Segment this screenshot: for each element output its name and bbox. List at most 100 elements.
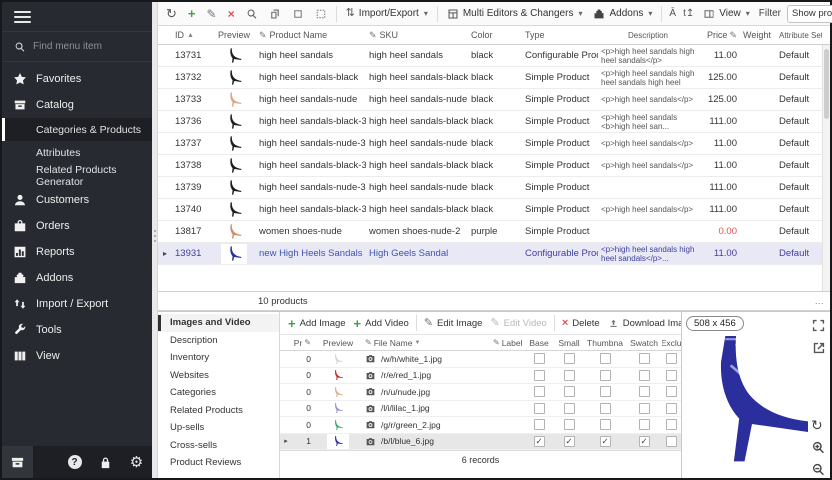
column-header-id[interactable]: ID▲ xyxy=(172,30,212,40)
edit-video-button[interactable]: ✎Edit Video xyxy=(487,316,549,331)
sidebar-search[interactable] xyxy=(2,32,152,62)
small-checkbox[interactable] xyxy=(564,419,575,430)
column-header-exclude[interactable]: ✎Exclude xyxy=(662,338,681,348)
tab-inventory[interactable]: Inventory xyxy=(158,349,279,367)
product-row[interactable]: ▸ 13931 new High Heels Sandals High Geel… xyxy=(158,243,822,265)
add-video-button[interactable]: +Add Video xyxy=(351,315,412,332)
swatch-checkbox[interactable]: ✓ xyxy=(639,436,650,447)
column-header-label[interactable]: ✎Label xyxy=(490,338,524,348)
thumbnail-checkbox[interactable] xyxy=(600,419,611,430)
base-checkbox[interactable] xyxy=(534,353,545,364)
column-header-file-name[interactable]: ✎File Name▼ xyxy=(362,338,490,348)
delete-product-button[interactable]: × xyxy=(224,6,239,22)
exclude-checkbox[interactable] xyxy=(666,353,677,364)
edit-image-button[interactable]: ✎Edit Image xyxy=(421,316,486,331)
scrollbar-thumb[interactable] xyxy=(824,49,829,119)
column-header-sku[interactable]: ✎SKU xyxy=(366,30,468,41)
column-header-preview[interactable]: Preview xyxy=(314,338,362,348)
select-cells-button[interactable] xyxy=(311,6,331,22)
base-checkbox[interactable] xyxy=(534,403,545,414)
tab-description[interactable]: Description xyxy=(158,332,279,350)
thumbnail-checkbox[interactable] xyxy=(600,386,611,397)
tab-websites[interactable]: Websites xyxy=(158,367,279,385)
sidebar-item-reports[interactable]: Reports xyxy=(2,239,152,265)
exclude-checkbox[interactable] xyxy=(666,370,677,381)
base-checkbox[interactable] xyxy=(534,419,545,430)
swatch-checkbox[interactable] xyxy=(639,386,650,397)
sidebar-item-addons[interactable]: Addons xyxy=(2,265,152,291)
small-checkbox[interactable] xyxy=(564,353,575,364)
sidebar-item-orders[interactable]: Orders xyxy=(2,213,152,239)
lock-button[interactable] xyxy=(90,446,121,478)
swatch-checkbox[interactable] xyxy=(639,370,650,381)
delete-image-button[interactable]: ×Delete xyxy=(559,316,603,331)
column-header-preview[interactable]: Preview xyxy=(212,30,256,40)
base-checkbox[interactable] xyxy=(534,386,545,397)
sidebar-item-tools[interactable]: Tools xyxy=(2,317,152,343)
tab-categories[interactable]: Categories xyxy=(158,384,279,402)
thumbnail-checkbox[interactable] xyxy=(600,353,611,364)
swatch-checkbox[interactable] xyxy=(639,419,650,430)
sidebar-item-favorites[interactable]: Favorites xyxy=(2,66,152,92)
search-products-button[interactable] xyxy=(242,6,262,22)
column-header-description[interactable]: Description xyxy=(598,31,698,40)
zoom-out-button[interactable] xyxy=(811,462,826,477)
sidebar-item-attributes[interactable]: Attributes xyxy=(2,141,152,164)
column-header-thumbnail[interactable]: Thumbna xyxy=(584,338,626,348)
add-image-button[interactable]: +Add Image xyxy=(285,315,349,332)
column-header-color[interactable]: Color xyxy=(468,30,522,40)
tab-cross-sells[interactable]: Cross-sells xyxy=(158,437,279,455)
column-header-position[interactable]: Pr✎ xyxy=(292,338,314,348)
row-height-button[interactable]: t↥ xyxy=(681,8,696,19)
sidebar-item-categories-products[interactable]: Categories & Products xyxy=(2,118,152,141)
product-row[interactable]: 13738 high heel sandals-black-37 high he… xyxy=(158,155,822,177)
exclude-checkbox[interactable] xyxy=(666,403,677,414)
column-header-base[interactable]: Base xyxy=(524,338,554,348)
column-header-weight[interactable]: Weight xyxy=(740,30,776,40)
swatch-checkbox[interactable] xyxy=(639,353,650,364)
base-checkbox[interactable] xyxy=(534,370,545,381)
rotate-image-button[interactable]: ↻ xyxy=(811,417,826,432)
sidebar-item-customers[interactable]: Customers xyxy=(2,187,152,213)
column-header-swatch[interactable]: Swatch xyxy=(626,338,662,348)
column-header-small[interactable]: Small xyxy=(554,338,584,348)
tab-product-reviews[interactable]: Product Reviews xyxy=(158,454,279,472)
refresh-button[interactable]: ↻ xyxy=(162,5,181,22)
sidebar-search-input[interactable] xyxy=(33,41,133,52)
exclude-checkbox[interactable] xyxy=(666,419,677,430)
product-row[interactable]: 13739 high heel sandals-nude-37 high hee… xyxy=(158,177,822,199)
image-row[interactable]: 0 /w/h/white_1.jpg xyxy=(280,351,681,368)
font-size-button[interactable]: Ā xyxy=(667,8,678,19)
exclude-checkbox[interactable] xyxy=(666,436,677,447)
product-row[interactable]: 13817 women shoes-nude women shoes-nude-… xyxy=(158,221,822,243)
small-checkbox[interactable] xyxy=(564,386,575,397)
multi-editors-button[interactable]: Multi Editors & Changers▾ xyxy=(443,6,587,22)
product-row[interactable]: 13740 high heel sandals-black-38 high he… xyxy=(158,199,822,221)
column-header-price[interactable]: Price✎ xyxy=(698,30,740,41)
add-product-button[interactable]: + xyxy=(184,5,200,22)
settings-button[interactable]: ⚙ xyxy=(121,446,152,478)
image-row[interactable]: 0 /n/u/nude.jpg xyxy=(280,384,681,401)
tab-related-products[interactable]: Related Products xyxy=(158,402,279,420)
thumbnail-checkbox[interactable]: ✓ xyxy=(600,436,611,447)
help-button[interactable]: ? xyxy=(59,446,90,478)
swatch-checkbox[interactable] xyxy=(639,403,650,414)
sidebar-item-related-products-generator[interactable]: Related Products Generator xyxy=(2,164,152,187)
product-row[interactable]: 13732 high heel sandals-black high heel … xyxy=(158,67,822,89)
store-button[interactable] xyxy=(2,446,33,478)
product-row[interactable]: 13737 high heel sandals-nude-36 high hee… xyxy=(158,133,822,155)
small-checkbox[interactable] xyxy=(564,403,575,414)
import-export-button[interactable]: ⇅Import/Export▾ xyxy=(342,6,432,21)
small-checkbox[interactable] xyxy=(564,370,575,381)
column-header-product-name[interactable]: ✎Product Name xyxy=(256,30,366,41)
sidebar-item-catalog[interactable]: Catalog xyxy=(2,92,152,118)
zoom-in-button[interactable] xyxy=(811,440,826,455)
image-row[interactable]: ▸ 1 /b/l/blue_6.jpg ✓ ✓ ✓ ✓ xyxy=(280,434,681,451)
copy-button[interactable] xyxy=(265,6,285,22)
checkbox-mode-button[interactable] xyxy=(288,6,308,22)
image-row[interactable]: 0 /l/i/lilac_1.jpg xyxy=(280,401,681,418)
image-row[interactable]: 0 /r/e/red_1.jpg xyxy=(280,368,681,385)
thumbnail-checkbox[interactable] xyxy=(600,403,611,414)
view-button[interactable]: View▾ xyxy=(699,6,754,22)
column-header-type[interactable]: Type xyxy=(522,30,598,40)
